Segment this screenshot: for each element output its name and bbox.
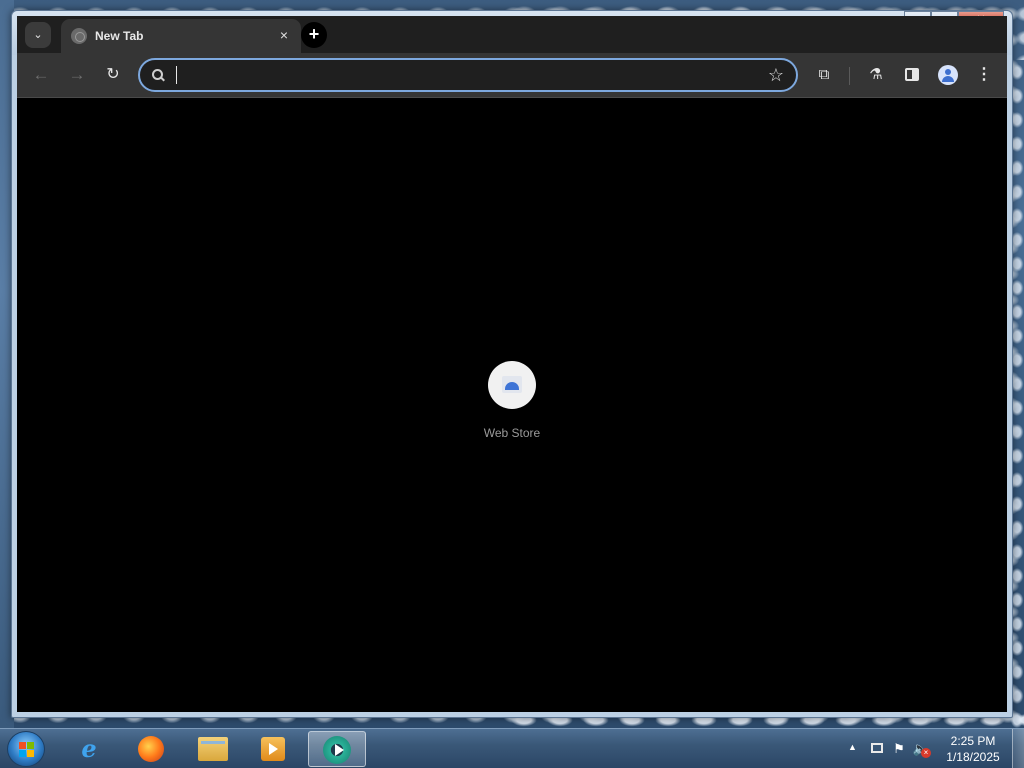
system-tray: ▲ ⚑ 🔈 × 2:25 PM 1/18/2025 — [834, 729, 1024, 768]
firefox-icon — [138, 736, 164, 762]
address-bar[interactable]: ☆ — [138, 58, 798, 92]
media-player-icon — [261, 737, 285, 761]
taskbar-active-app[interactable] — [308, 731, 366, 767]
back-arrow-icon[interactable]: ← — [29, 63, 53, 87]
shortcut-label: Web Store — [483, 426, 541, 440]
taskbar-firefox[interactable] — [122, 731, 180, 767]
new-tab-page: Web Store — [17, 97, 1007, 712]
profile-avatar-icon[interactable] — [936, 63, 960, 87]
taskbar-media-player[interactable] — [244, 731, 302, 767]
tab-close-button[interactable]: × — [275, 26, 293, 44]
show-desktop-button[interactable] — [1012, 729, 1024, 768]
globe-icon — [71, 28, 87, 44]
start-button[interactable] — [7, 731, 45, 767]
browser-window: – □ ✕ ⌄ New Tab × + ← → ↻ ☆ ⧉ ⚗ ⋮ — [11, 10, 1013, 718]
volume-muted-icon[interactable]: 🔈 × — [912, 740, 931, 758]
clock-date: 1/18/2025 — [946, 750, 1000, 764]
new-tab-button[interactable]: + — [301, 22, 327, 48]
tray-overflow-icon[interactable]: ▲ — [848, 742, 857, 752]
tab-title: New Tab — [95, 29, 144, 43]
extensions-icon[interactable]: ⧉ — [812, 63, 836, 87]
search-icon — [150, 67, 166, 83]
browser-toolbar: ← → ↻ ☆ ⧉ ⚗ ⋮ — [17, 53, 1007, 97]
toolbar-divider — [849, 67, 850, 85]
address-input[interactable] — [174, 63, 754, 87]
tab-new-tab[interactable]: New Tab × — [61, 19, 301, 53]
windows-logo-icon — [19, 742, 35, 758]
taskbar-internet-explorer[interactable]: e — [60, 731, 118, 767]
bookmark-star-icon[interactable]: ☆ — [768, 65, 784, 85]
reload-icon[interactable]: ↻ — [101, 63, 125, 87]
taskbar-file-explorer[interactable] — [184, 731, 242, 767]
network-icon[interactable] — [868, 740, 886, 758]
shortcut-web-store[interactable]: Web Store — [472, 361, 552, 451]
tab-strip: ⌄ New Tab × + — [17, 16, 1007, 53]
action-center-flag-icon[interactable]: ⚑ — [890, 740, 908, 758]
muted-badge-icon: × — [921, 748, 931, 758]
text-caret — [176, 66, 177, 84]
taskbar: e ▲ ⚑ 🔈 × 2:25 PM 1/18/2025 — [0, 728, 1024, 768]
more-menu-icon[interactable]: ⋮ — [972, 63, 996, 87]
forward-arrow-icon[interactable]: → — [65, 63, 89, 87]
labs-flask-icon[interactable]: ⚗ — [864, 63, 888, 87]
clock[interactable]: 2:25 PM 1/18/2025 — [938, 733, 1008, 765]
clock-time: 2:25 PM — [950, 734, 996, 748]
folder-icon — [198, 737, 228, 761]
web-store-icon — [502, 376, 522, 393]
shortcut-tile — [488, 361, 536, 409]
ie-icon: e — [81, 734, 97, 763]
tab-search-button[interactable]: ⌄ — [25, 22, 51, 48]
side-panel-icon[interactable] — [900, 63, 924, 87]
play-circle-icon — [323, 736, 351, 764]
